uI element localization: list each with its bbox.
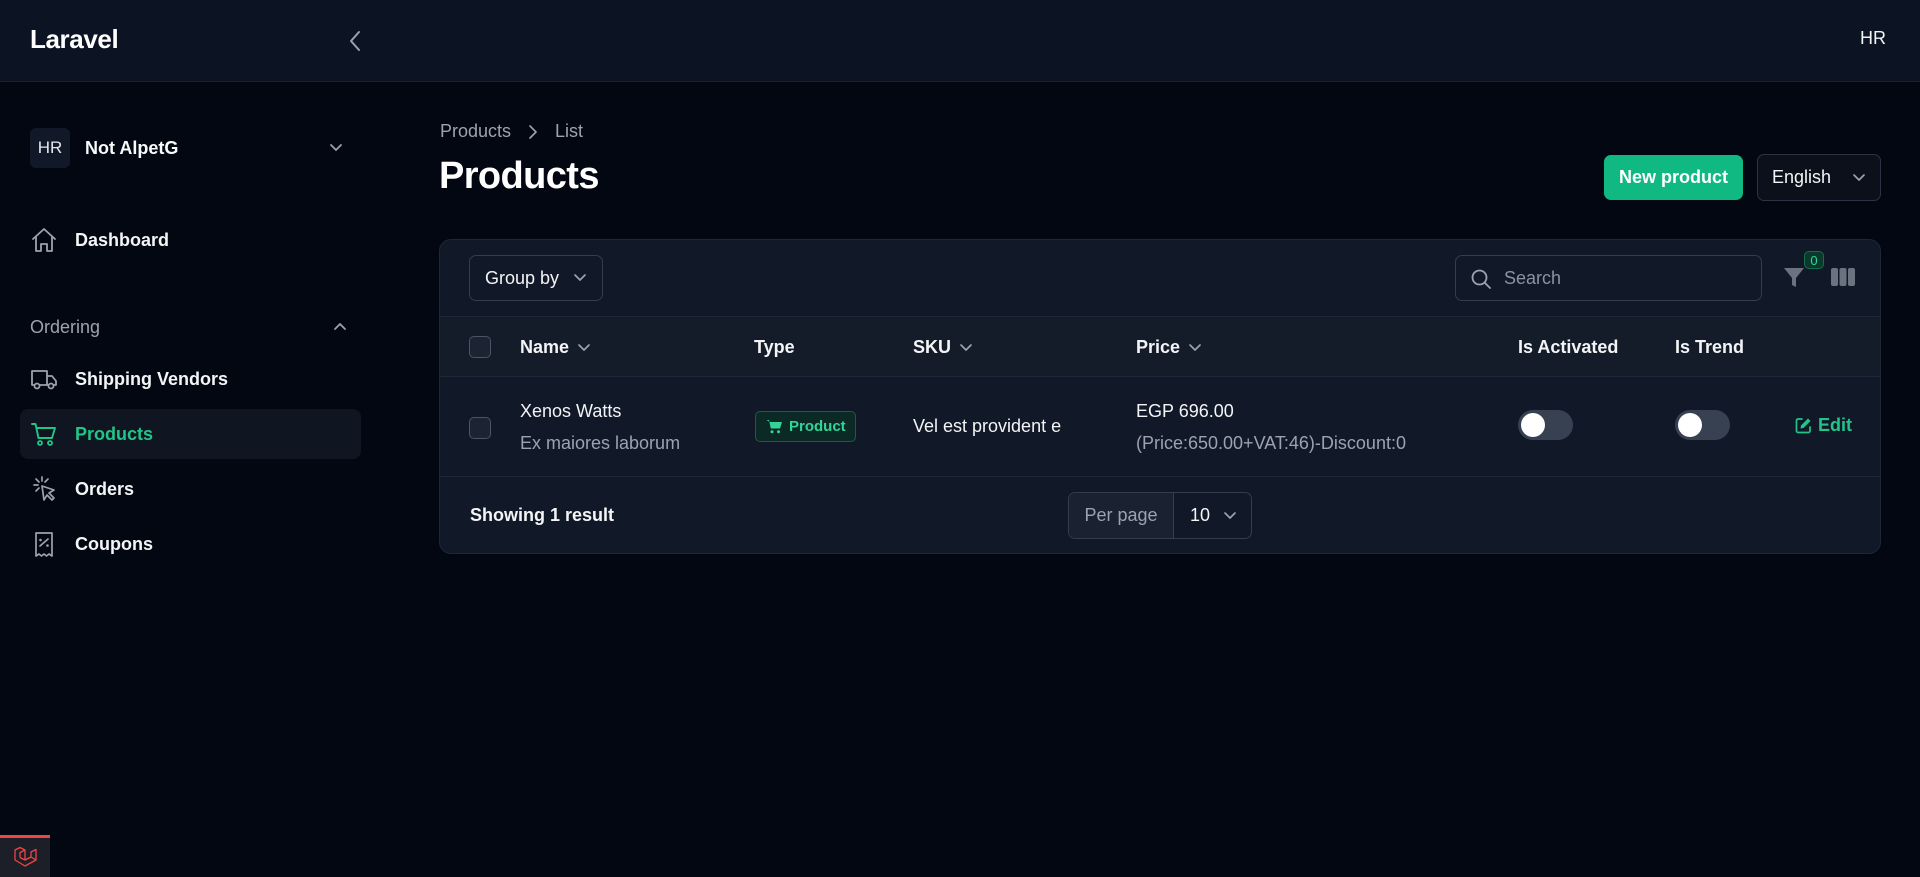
cursor-click-icon (30, 475, 58, 503)
brand-logo[interactable]: Laravel (30, 24, 119, 55)
chevron-down-icon (960, 343, 972, 351)
column-header-label: Price (1136, 337, 1181, 357)
language-select-value: English (1772, 167, 1832, 187)
select-all-checkbox[interactable] (469, 336, 491, 358)
chevron-down-icon (1189, 343, 1201, 351)
receipt-percent-icon (30, 530, 58, 558)
search-input[interactable] (1504, 264, 1749, 292)
page-title: Products (439, 155, 600, 197)
column-header-name[interactable]: Name (520, 337, 591, 358)
chevron-down-icon (578, 343, 590, 351)
column-header-label: Type (754, 337, 795, 357)
chevron-up-icon (334, 323, 346, 330)
group-by-label: Group by (485, 267, 560, 288)
per-page-select[interactable]: Per page 10 (1068, 492, 1252, 539)
search-icon (1471, 269, 1491, 289)
tenant-avatar: HR (30, 128, 70, 168)
sidebar-group-ordering[interactable]: Ordering (30, 312, 348, 342)
sidebar-item-label: Coupons (75, 533, 153, 554)
user-avatar[interactable]: HR (1860, 28, 1886, 49)
sidebar-item-label: Dashboard (75, 229, 170, 250)
table-header: Name Type SKU Price Is Activated Is Tren… (440, 316, 1880, 377)
top-bar: Laravel HR (0, 0, 1920, 82)
laravel-logo-icon (14, 846, 37, 867)
table-footer: Showing 1 result Per page 10 (440, 478, 1880, 553)
new-product-button[interactable]: New product (1604, 155, 1743, 200)
sidebar: HR Not AlpetG Dashboard Ordering Shippin… (0, 82, 380, 877)
edit-button[interactable]: Edit (1795, 415, 1852, 436)
group-by-button[interactable]: Group by (469, 255, 603, 301)
sidebar-item-label: Shipping Vendors (75, 368, 229, 389)
sidebar-item-orders[interactable]: Orders (20, 464, 361, 514)
is-trend-toggle[interactable] (1675, 410, 1730, 440)
per-page-value-text: 10 (1190, 505, 1211, 525)
breadcrumb-products[interactable]: Products (440, 121, 511, 142)
sidebar-group-label: Ordering (30, 316, 101, 337)
funnel-icon (1784, 268, 1804, 287)
edit-label: Edit (1818, 415, 1852, 435)
chevron-left-icon (350, 31, 360, 51)
product-description: Ex maiores laborum (520, 433, 681, 453)
column-header-is-trend: Is Trend (1675, 337, 1744, 358)
type-badge-label: Product (789, 418, 846, 435)
type-badge: Product (755, 411, 856, 442)
chevron-down-icon (1853, 174, 1865, 181)
chevron-down-icon (1224, 512, 1236, 519)
column-header-label: Is Activated (1518, 337, 1619, 357)
breadcrumb: Products List (440, 121, 583, 142)
filter-count-badge: 0 (1804, 251, 1824, 269)
collapse-sidebar-button[interactable] (340, 26, 370, 56)
toggle-knob (1521, 413, 1545, 437)
sidebar-item-label: Products (75, 423, 154, 444)
language-select[interactable]: English (1757, 154, 1881, 201)
row-checkbox[interactable] (469, 417, 491, 439)
view-columns-icon (1831, 268, 1855, 286)
breadcrumb-list: List (555, 121, 584, 141)
sidebar-item-products[interactable]: Products (20, 409, 361, 459)
sidebar-item-label: Orders (75, 478, 135, 499)
filter-button[interactable] (1781, 264, 1809, 292)
toggle-columns-button[interactable] (1830, 266, 1856, 290)
shopping-cart-icon (30, 420, 58, 448)
column-header-type: Type (754, 337, 795, 358)
per-page-value[interactable]: 10 (1174, 493, 1251, 538)
pencil-square-icon (1795, 418, 1811, 434)
laravel-debug-badge[interactable] (0, 835, 50, 877)
column-header-price[interactable]: Price (1136, 337, 1202, 358)
tenant-switcher[interactable]: HR Not AlpetG (20, 122, 360, 174)
sidebar-item-dashboard[interactable]: Dashboard (20, 215, 361, 265)
product-name: Xenos Watts (520, 401, 622, 421)
column-header-label: Name (520, 337, 570, 357)
sidebar-item-coupons[interactable]: Coupons (20, 519, 361, 569)
results-count: Showing 1 result (470, 505, 615, 525)
chevron-down-icon (330, 144, 342, 151)
shopping-cart-icon (766, 420, 782, 434)
column-header-sku[interactable]: SKU (913, 337, 973, 358)
chevron-down-icon (574, 274, 586, 281)
products-table: Group by 0 Name Type SKU Price (439, 239, 1881, 554)
sidebar-item-shipping-vendors[interactable]: Shipping Vendors (20, 354, 361, 404)
column-header-label: Is Trend (1675, 337, 1745, 357)
product-price-detail: (Price:650.00+VAT:46)-Discount:0 (1136, 433, 1406, 453)
is-activated-toggle[interactable] (1518, 410, 1573, 440)
column-header-label: SKU (913, 337, 952, 357)
truck-icon (30, 365, 58, 393)
search-box (1455, 255, 1762, 301)
product-price: EGP 696.00 (1136, 401, 1234, 421)
toggle-knob (1678, 413, 1702, 437)
chevron-right-icon (529, 124, 537, 139)
table-row[interactable]: Xenos Watts Ex maiores laborum Product V… (440, 377, 1880, 477)
table-toolbar: Group by 0 (440, 240, 1880, 316)
product-sku: Vel est provident e (913, 416, 1062, 436)
tenant-name: Not AlpetG (85, 137, 179, 158)
per-page-label: Per page (1069, 493, 1174, 538)
column-header-is-activated: Is Activated (1518, 337, 1618, 358)
home-icon (30, 226, 58, 254)
